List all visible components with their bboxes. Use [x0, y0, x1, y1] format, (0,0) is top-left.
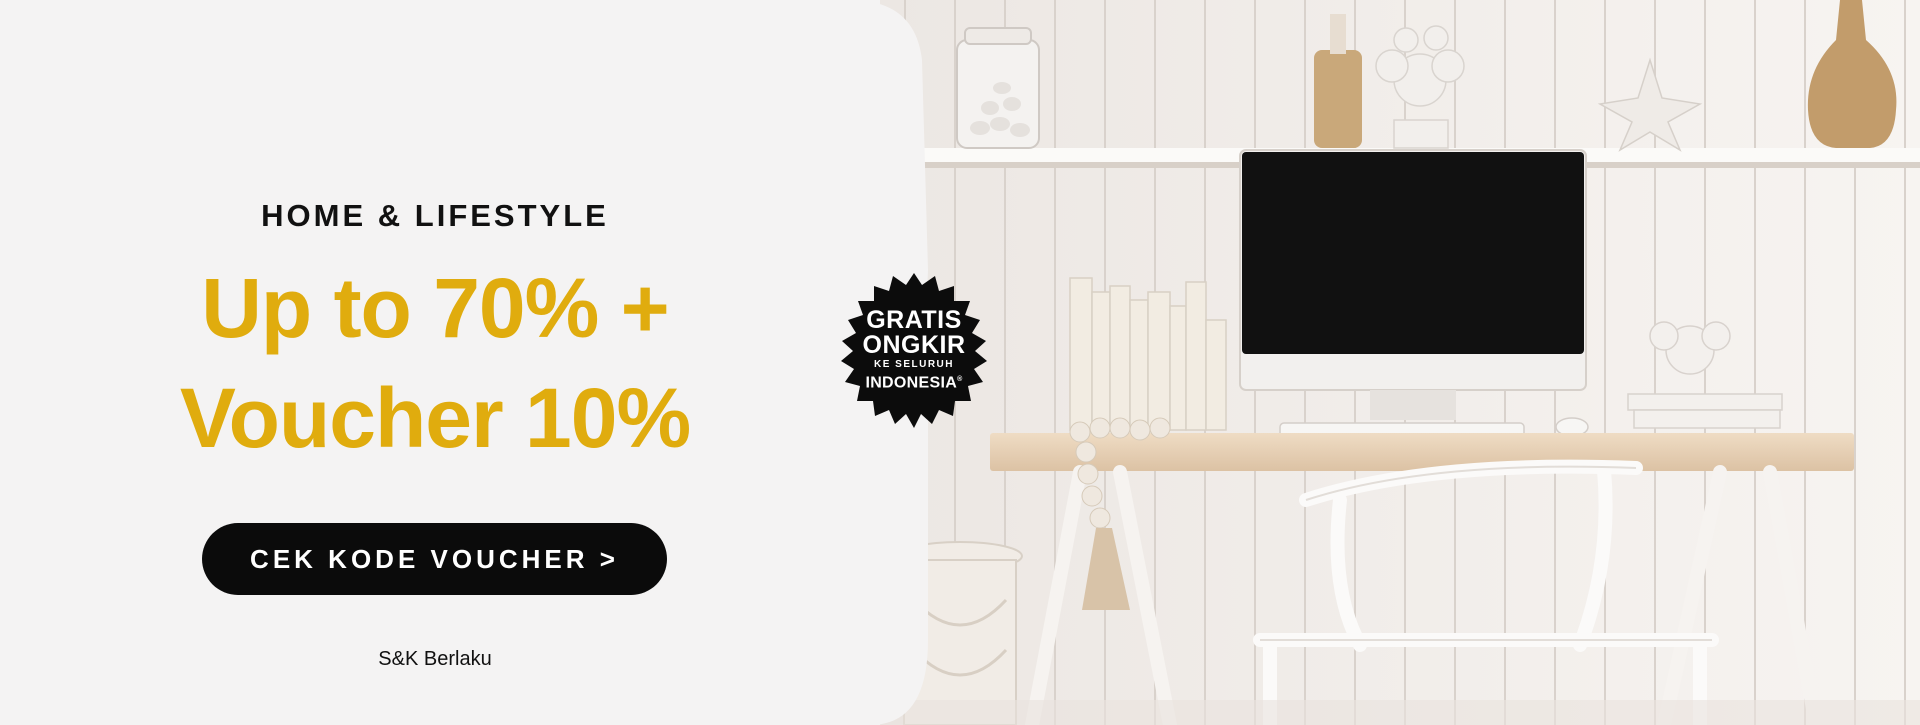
badge-text: GRATIS ONGKIR KE SELURUH INDONESIA® [831, 267, 997, 433]
badge-line-ongkir: ONGKIR [862, 330, 966, 359]
promo-banner[interactable]: HOME & LIFESTYLE Up to 70% + Voucher 10%… [0, 0, 1920, 725]
check-voucher-code-button[interactable]: CEK KODE VOUCHER > [202, 523, 667, 595]
badge-line-gratis: GRATIS [866, 305, 962, 334]
free-shipping-badge: GRATIS ONGKIR KE SELURUH INDONESIA® [831, 267, 997, 433]
terms-apply-link[interactable]: S&K Berlaku [0, 648, 870, 671]
category-label: HOME & LIFESTYLE [261, 198, 609, 233]
badge-line-keseluruh: KE SELURUH [873, 358, 954, 370]
headline-discount: Up to 70% + [201, 261, 669, 355]
promo-text-block: HOME & LIFESTYLE Up to 70% + Voucher 10%… [0, 0, 870, 725]
badge-line-indonesia: INDONESIA® [865, 371, 962, 392]
headline-voucher: Voucher 10% [179, 371, 691, 465]
badge-indonesia-text: INDONESIA [865, 374, 958, 392]
badge-registered-mark: ® [957, 375, 963, 383]
